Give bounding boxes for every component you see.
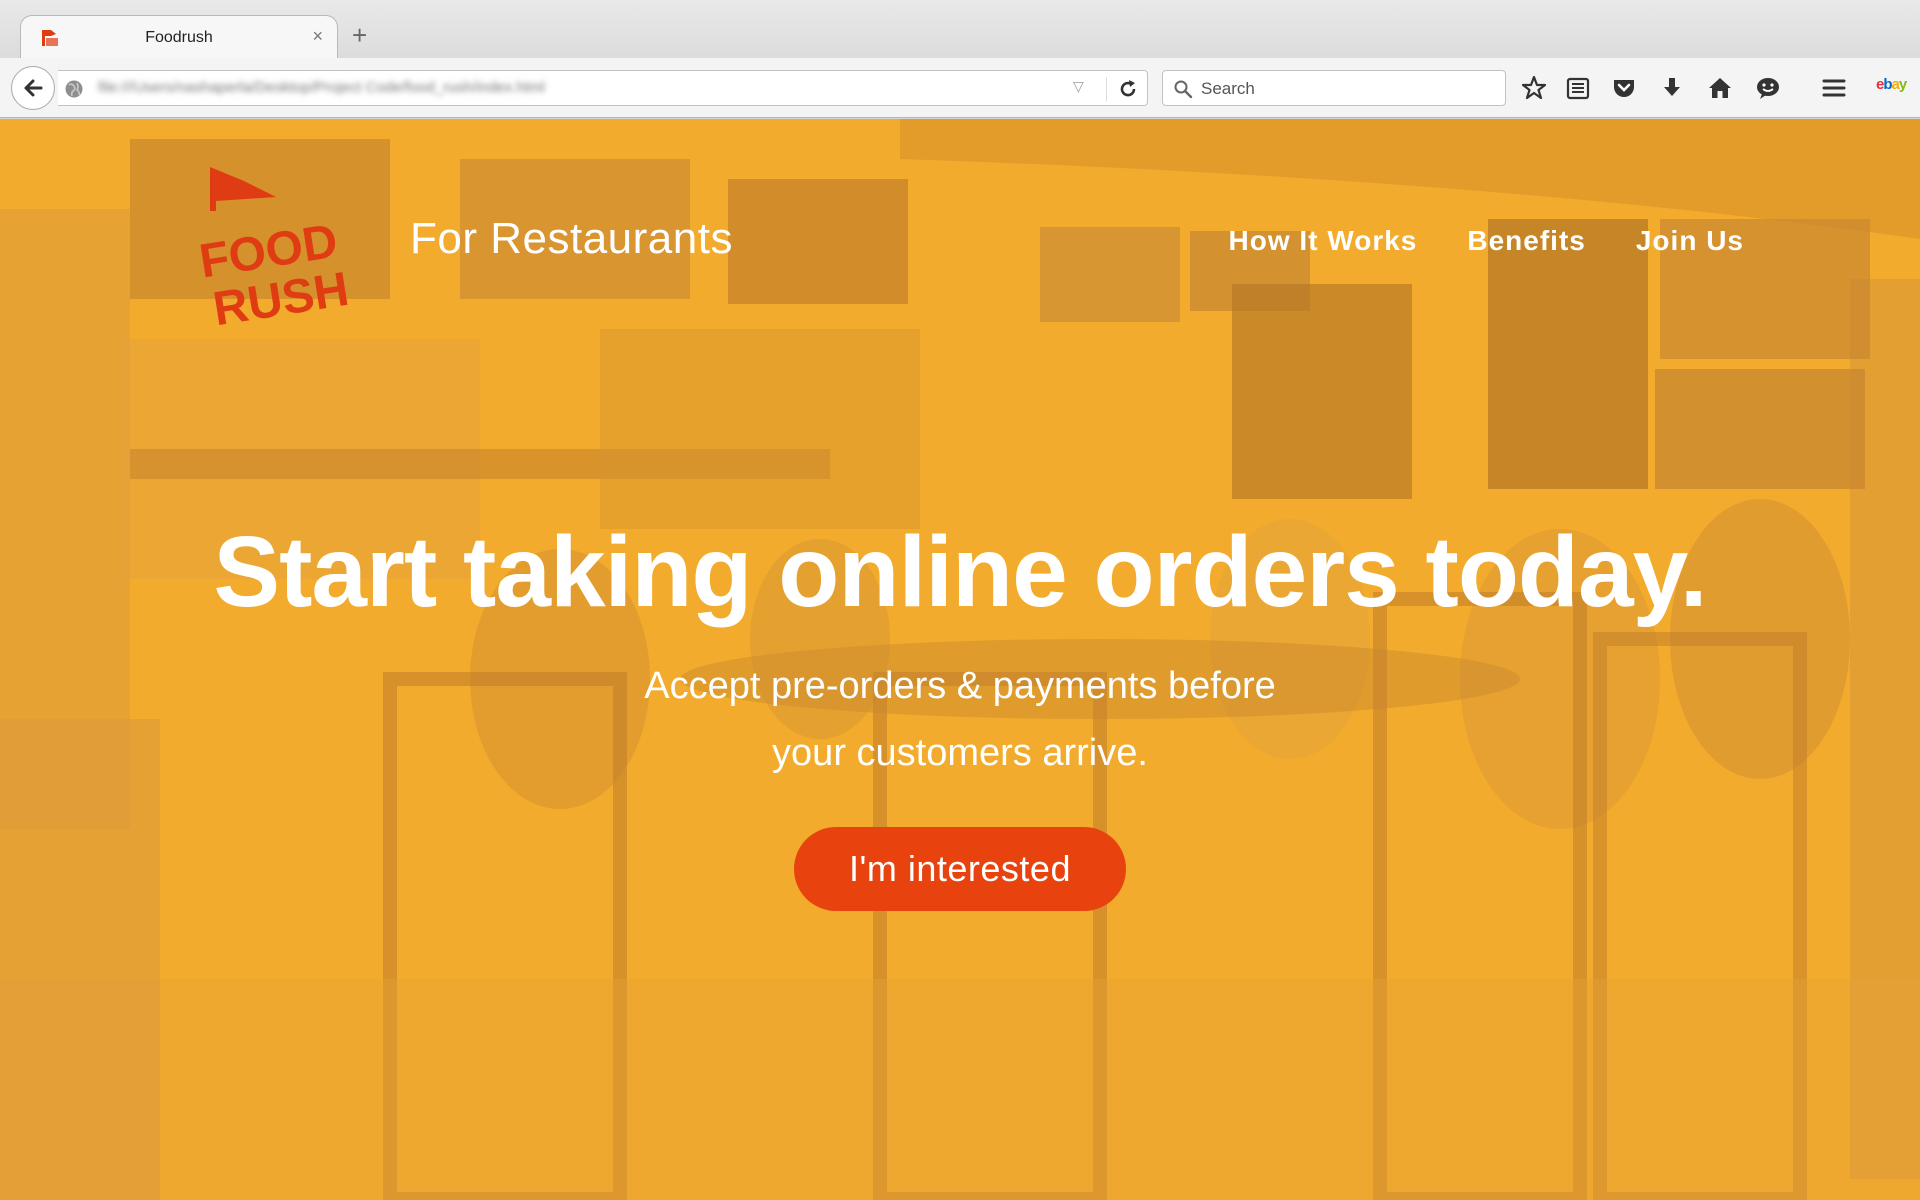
tab-strip: Foodrush × + (0, 0, 1920, 59)
pocket-icon[interactable] (1610, 74, 1638, 102)
main-nav: How It Works Benefits Join Us (1229, 225, 1744, 257)
tagline: For Restaurants (410, 214, 733, 263)
url-bar[interactable]: file:///Users/nashaperla/Desktop/Project… (58, 70, 1148, 106)
back-button[interactable] (11, 66, 55, 110)
search-input[interactable] (1201, 77, 1491, 101)
hero-headline: Start taking online orders today. (213, 516, 1707, 628)
hero-subhead-line-2: your customers arrive. (772, 732, 1148, 774)
hero-subhead-line-1: Accept pre-orders & payments before (644, 665, 1276, 707)
back-arrow-icon (24, 79, 43, 97)
nav-join-us[interactable]: Join Us (1636, 225, 1744, 257)
reading-list-icon[interactable] (1564, 74, 1592, 102)
url-separator (1106, 77, 1107, 101)
bookmark-star-icon[interactable] (1520, 74, 1548, 102)
chat-icon[interactable] (1754, 74, 1782, 102)
im-interested-button[interactable]: I'm interested (794, 827, 1126, 911)
home-icon[interactable] (1706, 74, 1734, 102)
new-tab-button[interactable]: + (352, 22, 367, 48)
reload-icon[interactable] (1116, 77, 1140, 101)
nav-benefits[interactable]: Benefits (1467, 225, 1585, 257)
tab-foodrush[interactable]: Foodrush × (20, 15, 338, 59)
search-bar[interactable] (1162, 70, 1506, 106)
search-icon (1174, 80, 1193, 99)
tab-close-icon[interactable]: × (312, 26, 323, 47)
globe-icon (65, 80, 83, 98)
url-dropdown-icon[interactable]: ▽ (1073, 78, 1084, 95)
download-icon[interactable] (1658, 74, 1686, 102)
page-viewport: FOOD RUSH For Restaurants How It Works B… (0, 119, 1920, 1200)
ebay-button[interactable]: ebay (1876, 76, 1907, 93)
url-text[interactable]: file:///Users/nashaperla/Desktop/Project… (98, 79, 545, 96)
hero-subhead: Accept pre-orders & payments before your… (0, 653, 1920, 787)
menu-icon[interactable] (1820, 74, 1848, 102)
navigation-toolbar: file:///Users/nashaperla/Desktop/Project… (0, 58, 1920, 118)
tab-title: Foodrush (145, 29, 213, 46)
foodrush-logo[interactable]: FOOD RUSH (196, 163, 366, 325)
nav-how-it-works[interactable]: How It Works (1229, 225, 1418, 257)
